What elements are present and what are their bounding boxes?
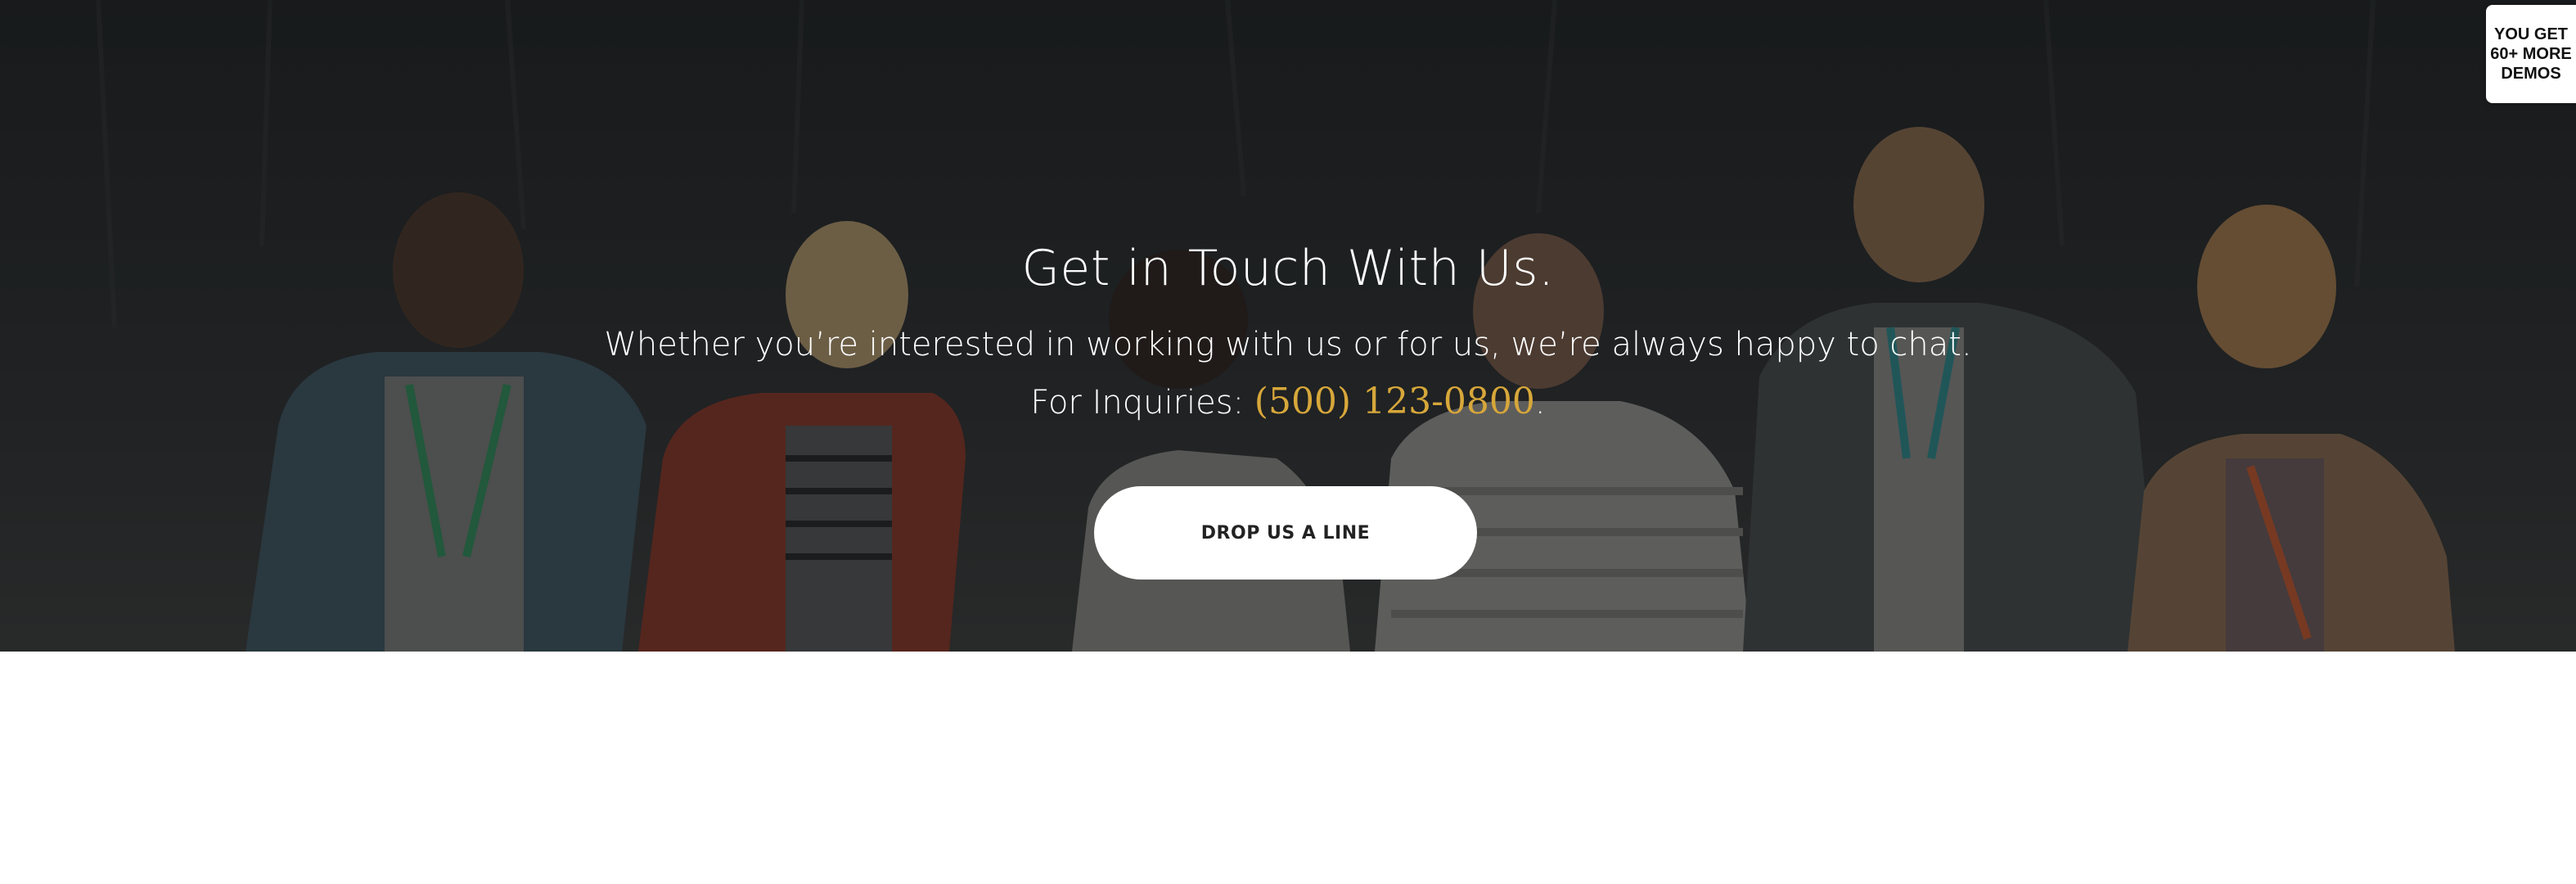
contact-hero-section: Get in Touch With Us. Whether you’re int… (0, 0, 2576, 652)
more-demos-label: YOU GET 60+ MORE DEMOS (2490, 25, 2572, 83)
more-demos-badge[interactable]: YOU GET 60+ MORE DEMOS (2486, 5, 2576, 103)
phone-link[interactable]: (500) 123-0800 (1254, 381, 1535, 422)
inquiries-label: For Inquiries: (1030, 384, 1254, 422)
drop-us-a-line-button[interactable]: DROP US A LINE (1094, 486, 1477, 580)
page-title: Get in Touch With Us. (1021, 240, 1555, 297)
hero-description: Whether you’re interested in working wit… (0, 316, 2576, 431)
hero-line-1: Whether you’re interested in working wit… (604, 326, 1972, 363)
inquiries-period: . (1534, 384, 1546, 422)
hero-content: Get in Touch With Us. Whether you’re int… (0, 229, 2576, 431)
